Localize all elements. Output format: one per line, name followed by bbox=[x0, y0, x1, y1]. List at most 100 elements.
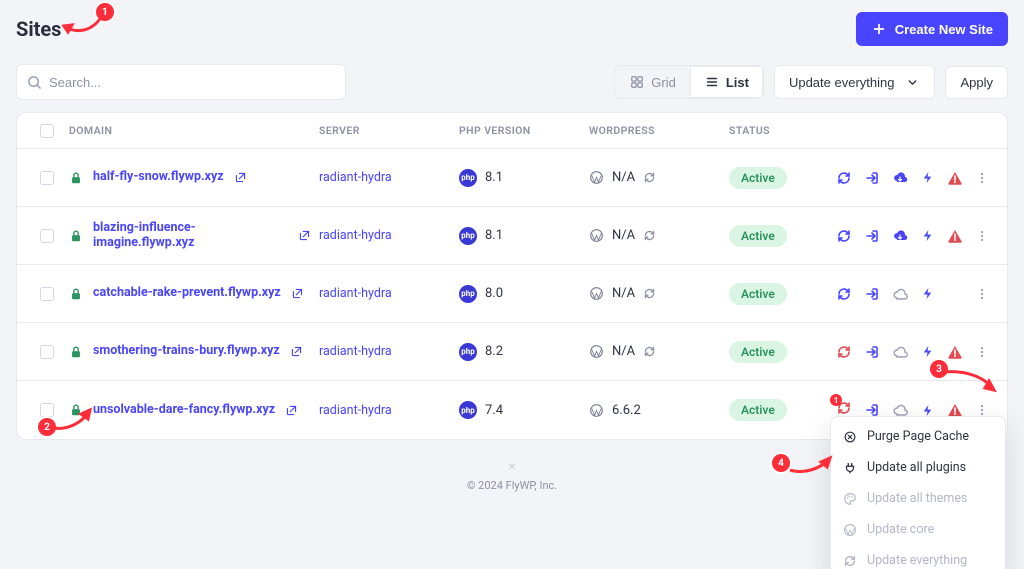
login-icon[interactable] bbox=[864, 286, 880, 302]
update-scope-dropdown[interactable]: Update everything bbox=[774, 65, 936, 99]
update-scope-label: Update everything bbox=[789, 75, 895, 90]
search-input[interactable] bbox=[16, 64, 346, 100]
wordpress-icon bbox=[589, 403, 604, 418]
plus-icon bbox=[871, 21, 887, 37]
php-badge-icon: php bbox=[459, 401, 477, 419]
row-checkbox[interactable] bbox=[40, 287, 54, 301]
sites-table: DOMAIN SERVER PHP VERSION WORDPRESS STAT… bbox=[16, 112, 1008, 440]
cache-cloud-icon[interactable] bbox=[892, 286, 908, 302]
refresh-icon[interactable] bbox=[643, 229, 656, 242]
cache-download-icon[interactable] bbox=[892, 170, 908, 186]
sync-icon[interactable] bbox=[836, 344, 852, 360]
wordpress-icon bbox=[589, 286, 604, 301]
plug-icon bbox=[843, 461, 857, 475]
menu-item[interactable]: Update core bbox=[831, 514, 1005, 545]
external-link-icon[interactable] bbox=[234, 171, 247, 184]
lock-icon bbox=[69, 171, 83, 185]
domain-link[interactable]: unsolvable-dare-fancy.flywp.xyz bbox=[93, 403, 275, 417]
server-link[interactable]: radiant-hydra bbox=[319, 344, 392, 359]
domain-link[interactable]: smothering-trains-bury.flywp.xyz bbox=[93, 344, 280, 358]
sync-icon[interactable] bbox=[836, 286, 852, 302]
col-status: STATUS bbox=[729, 124, 849, 137]
row-menu-button[interactable] bbox=[975, 170, 989, 186]
wordpress-version: N/A bbox=[612, 344, 635, 359]
view-list-label: List bbox=[726, 75, 749, 90]
server-link[interactable]: radiant-hydra bbox=[319, 228, 392, 243]
menu-item[interactable]: Purge Page Cache bbox=[831, 421, 1005, 452]
row-checkbox[interactable] bbox=[40, 229, 54, 243]
domain-link[interactable]: blazing-influence-imagine.flywp.xyz bbox=[93, 221, 288, 250]
bolt-icon[interactable] bbox=[920, 286, 935, 302]
create-site-label: Create New Site bbox=[895, 22, 993, 37]
row-menu-button[interactable] bbox=[975, 228, 989, 244]
external-link-icon[interactable] bbox=[298, 229, 311, 242]
menu-item-label: Update everything bbox=[867, 553, 967, 568]
footer-text: © 2024 FlyWP, Inc. bbox=[467, 479, 557, 492]
lock-icon bbox=[69, 229, 83, 243]
wordpress-version: N/A bbox=[612, 228, 635, 243]
bolt-icon[interactable] bbox=[920, 228, 935, 244]
warning-icon[interactable] bbox=[947, 228, 963, 244]
create-site-button[interactable]: Create New Site bbox=[856, 12, 1008, 46]
lock-icon bbox=[69, 345, 83, 359]
chevron-down-icon bbox=[904, 74, 920, 90]
refresh-icon[interactable] bbox=[643, 287, 656, 300]
external-link-icon[interactable] bbox=[291, 287, 304, 300]
menu-item[interactable]: Update all plugins bbox=[831, 452, 1005, 483]
sync-icon[interactable] bbox=[836, 228, 852, 244]
wordpress-icon bbox=[589, 170, 604, 185]
cache-download-icon[interactable] bbox=[892, 228, 908, 244]
row-checkbox[interactable] bbox=[40, 345, 54, 359]
wordpress-version: 6.6.2 bbox=[612, 403, 641, 418]
grid-icon bbox=[629, 74, 645, 90]
view-list-button[interactable]: List bbox=[690, 66, 763, 98]
bolt-icon[interactable] bbox=[920, 344, 935, 360]
row-menu-button[interactable] bbox=[975, 286, 989, 302]
wordpress-version: N/A bbox=[612, 286, 635, 301]
wordpress-version: N/A bbox=[612, 170, 635, 185]
external-link-icon[interactable] bbox=[290, 345, 303, 358]
php-version: 8.1 bbox=[485, 170, 503, 185]
refresh-icon[interactable] bbox=[643, 171, 656, 184]
php-badge-icon: php bbox=[459, 169, 477, 187]
sync-icon[interactable] bbox=[836, 170, 852, 186]
select-all-checkbox[interactable] bbox=[40, 124, 54, 138]
status-badge: Active bbox=[729, 283, 787, 305]
warning-icon[interactable] bbox=[947, 344, 963, 360]
cache-cloud-icon[interactable] bbox=[892, 344, 908, 360]
lock-icon bbox=[69, 403, 83, 417]
server-link[interactable]: radiant-hydra bbox=[319, 403, 392, 418]
row-menu-button[interactable] bbox=[975, 344, 989, 360]
menu-item[interactable]: Update all themes bbox=[831, 483, 1005, 514]
page-title: Sites bbox=[16, 17, 61, 41]
server-link[interactable]: radiant-hydra bbox=[319, 286, 392, 301]
server-link[interactable]: radiant-hydra bbox=[319, 170, 392, 185]
col-server: SERVER bbox=[319, 124, 459, 137]
row-checkbox[interactable] bbox=[40, 403, 54, 417]
menu-item[interactable]: Update everything bbox=[831, 545, 1005, 569]
login-icon[interactable] bbox=[864, 170, 880, 186]
warning-icon[interactable] bbox=[947, 170, 963, 186]
apply-button[interactable]: Apply bbox=[945, 66, 1008, 99]
wordpress-icon bbox=[589, 228, 604, 243]
row-actions-menu: Purge Page Cache Update all plugins Upda… bbox=[830, 416, 1006, 569]
bolt-icon[interactable] bbox=[920, 170, 935, 186]
php-badge-icon: php bbox=[459, 343, 477, 361]
refresh-icon[interactable] bbox=[643, 345, 656, 358]
status-badge: Active bbox=[729, 225, 787, 247]
external-link-icon[interactable] bbox=[285, 404, 298, 417]
x-circle-icon bbox=[843, 430, 857, 444]
col-php: PHP VERSION bbox=[459, 124, 589, 137]
table-row: half-fly-snow.flywp.xyz radiant-hydra ph… bbox=[17, 149, 1007, 207]
domain-link[interactable]: catchable-rake-prevent.flywp.xyz bbox=[93, 286, 281, 300]
list-icon bbox=[704, 74, 720, 90]
row-checkbox[interactable] bbox=[40, 171, 54, 185]
login-icon[interactable] bbox=[864, 228, 880, 244]
domain-link[interactable]: half-fly-snow.flywp.xyz bbox=[93, 170, 224, 184]
lock-icon bbox=[69, 287, 83, 301]
menu-item-label: Update all themes bbox=[867, 491, 967, 506]
view-grid-button[interactable]: Grid bbox=[615, 66, 690, 98]
login-icon[interactable] bbox=[864, 344, 880, 360]
sync-count-badge: 1 bbox=[830, 394, 842, 406]
php-version: 8.0 bbox=[485, 286, 503, 301]
